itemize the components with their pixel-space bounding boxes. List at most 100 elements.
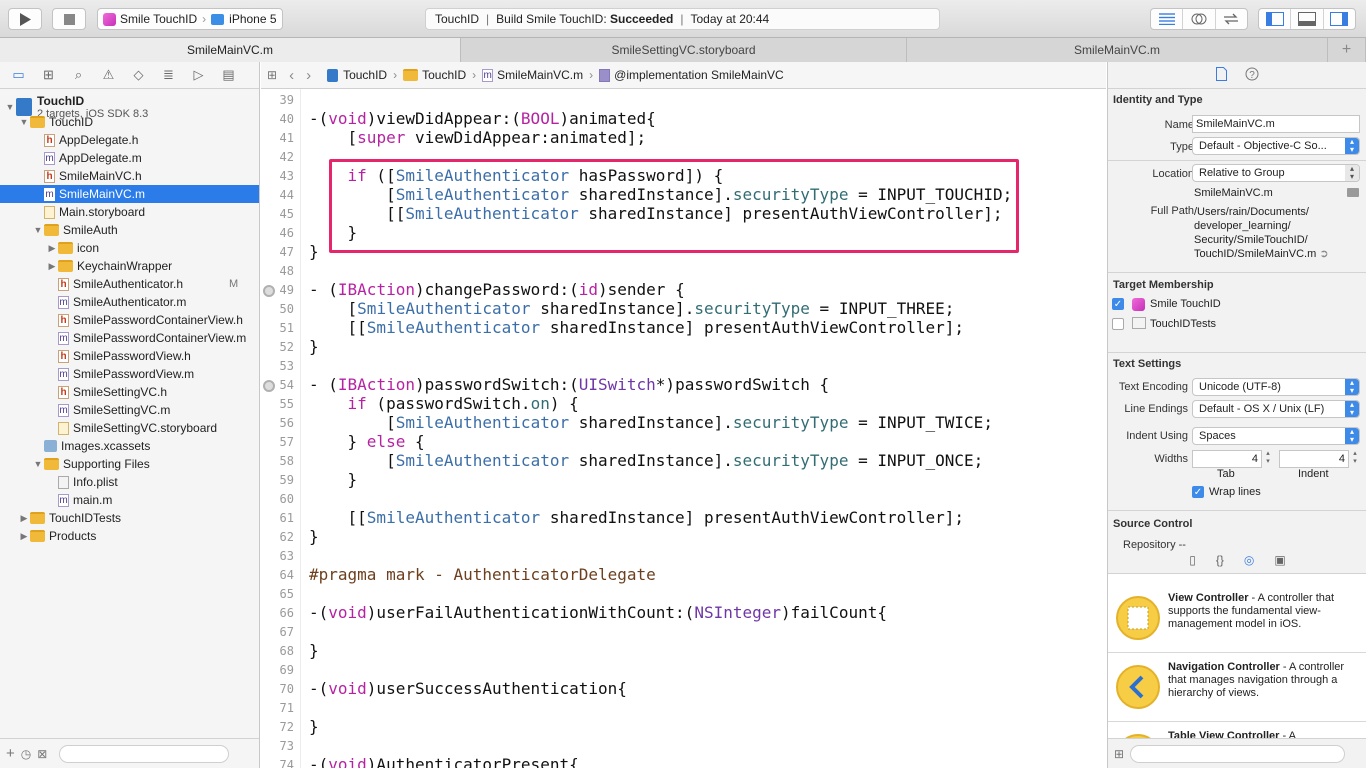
nav-item[interactable]: ▶ TouchIDTests [0,509,259,527]
add-tab-button[interactable]: + [1328,38,1366,62]
nav-item[interactable]: Main.storyboard [0,203,259,221]
search-icon[interactable]: ⌕ [70,67,87,83]
assistant-editor-icon[interactable] [1183,9,1216,29]
nav-item[interactable]: h SmileSettingVC.h [0,383,259,401]
help-icon[interactable]: ? [1245,67,1259,84]
jump-file[interactable]: SmileMainVC.m [497,68,583,82]
nav-item[interactable]: m AppDelegate.m [0,149,259,167]
media-library-icon[interactable]: ▣ [1274,553,1285,567]
code-line[interactable]: [[SmileAuthenticator sharedInstance] pre… [309,508,965,527]
code-line[interactable]: if (passwordSwitch.on) { [309,394,579,413]
test-navigator-icon[interactable]: ◇ [130,67,147,83]
navigator-panel-icon[interactable] [1259,9,1292,29]
code-line[interactable]: [[SmileAuthenticator sharedInstance] pre… [309,318,965,337]
line-number-gutter[interactable]: 39 40 41 42 43 44 45 46 47 48 49 50 51 52 53 54 55 56 57 58… [261,89,301,768]
file-template-icon[interactable]: ▯ [1189,553,1196,567]
target-checkbox-touchidtests[interactable] [1112,318,1124,330]
disclosure-triangle-icon[interactable]: ▶ [46,243,58,254]
tab-width-field[interactable]: 4 [1192,450,1262,468]
code-line[interactable]: -(void)userSuccessAuthentication{ [309,679,627,698]
nav-item[interactable]: ▶ Products [0,527,259,545]
folder-icon[interactable] [1347,188,1359,197]
type-select[interactable]: Default - Objective-C So... ▴ ▾ [1192,137,1360,155]
disclosure-triangle-icon[interactable]: ▼ [32,459,44,469]
disclosure-triangle-icon[interactable]: ▶ [46,261,58,272]
forward-icon[interactable]: › [306,67,311,84]
code-line[interactable]: #pragma mark - AuthenticatorDelegate [309,565,656,584]
code-line[interactable]: [super viewDidAppear:animated]; [309,128,647,147]
nav-item[interactable]: m SmileMainVC.m [0,185,259,203]
nav-item[interactable]: Images.xcassets [0,437,259,455]
nav-item[interactable]: h SmileMainVC.h [0,167,259,185]
editor-mode-selector[interactable] [1150,8,1248,30]
nav-item[interactable]: SmileSettingVC.storyboard [0,419,259,437]
reveal-arrow-icon[interactable]: ➲ [1319,248,1328,260]
wrap-lines-checkbox[interactable]: ✓ [1192,486,1204,498]
nav-item[interactable]: m SmileSettingVC.m [0,401,259,419]
related-items-icon[interactable]: ⊞ [267,68,277,82]
nav-item[interactable]: ▶ KeychainWrapper [0,257,259,275]
tab-smilesettingvc-storyboard[interactable]: SmileSettingVC.storyboard [461,38,907,62]
debug-navigator-icon[interactable]: ≣ [160,67,177,83]
nav-item[interactable]: h SmileAuthenticator.h M [0,275,259,293]
panel-toggle-selector[interactable] [1258,8,1356,30]
nav-item[interactable]: ▼ SmileAuth [0,221,259,239]
nav-item[interactable]: ▶ icon [0,239,259,257]
nav-item[interactable]: h SmilePasswordView.h [0,347,259,365]
utilities-panel-icon[interactable] [1324,9,1355,29]
nav-item[interactable]: m SmilePasswordContainerView.m [0,329,259,347]
code-line[interactable]: } [309,527,319,546]
code-line[interactable]: -(void)userFailAuthenticationWithCount:(… [309,603,887,622]
scheme-selector[interactable]: Smile TouchID › iPhone 5 [97,8,283,30]
code-line[interactable]: [SmileAuthenticator sharedInstance].secu… [309,413,993,432]
disclosure-triangle-icon[interactable]: ▼ [32,225,44,235]
nav-item[interactable]: Info.plist [0,473,259,491]
code-line[interactable]: - (IBAction)changePassword:(id)sender { [309,280,685,299]
breakpoint-indicator-icon[interactable] [263,380,275,392]
code-line[interactable]: } [309,717,319,736]
stop-button[interactable] [52,8,86,30]
line-endings-select[interactable]: Default - OS X / Unix (LF) ▴ ▾ [1192,400,1360,418]
nav-item[interactable]: m SmilePasswordView.m [0,365,259,383]
jump-symbol[interactable]: @implementation SmileMainVC [614,68,784,82]
tab-width-stepper[interactable]: ▴ ▾ [1263,450,1273,468]
disclosure-triangle-icon[interactable]: ▼ [18,117,30,127]
file-inspector-icon[interactable] [1215,66,1227,84]
code-line[interactable]: - (IBAction)passwordSwitch:(UISwitch*)pa… [309,375,829,394]
target-checkbox-smile-touchid[interactable]: ✓ [1112,298,1124,310]
nav-item[interactable]: ▼ TouchID [0,113,259,131]
nav-item[interactable]: ▼ Supporting Files [0,455,259,473]
code-line[interactable]: } [309,337,319,356]
nav-item[interactable]: m main.m [0,491,259,509]
code-line[interactable]: [SmileAuthenticator sharedInstance].secu… [309,451,983,470]
standard-editor-icon[interactable] [1151,9,1184,29]
filter-input[interactable] [59,744,230,763]
jump-group[interactable]: TouchID [422,68,466,82]
library-item[interactable]: Navigation Controller - A controller tha… [1108,655,1366,722]
code-line[interactable]: -(void)AuthenticatorPresent{ [309,755,579,768]
add-icon[interactable]: + [6,745,15,762]
warning-icon[interactable]: ⚠ [100,67,117,83]
code-line[interactable]: } [309,641,319,660]
nav-item[interactable]: m SmileAuthenticator.m [0,293,259,311]
code-line[interactable]: -(void)viewDidAppear:(BOOL)animated{ [309,109,656,128]
symbol-navigator-icon[interactable]: ⊞ [40,67,57,83]
disclosure-triangle-icon[interactable]: ▼ [4,102,16,112]
grid-view-icon[interactable]: ⊞ [1114,747,1124,761]
scm-filter-icon[interactable]: ⊠ [37,747,47,761]
library-filter-input[interactable] [1130,744,1346,763]
location-select[interactable]: Relative to Group ▴ ▾ [1192,164,1360,182]
folder-icon[interactable]: ▭ [10,67,27,83]
nav-item[interactable]: h AppDelegate.h [0,131,259,149]
code-line[interactable]: } else { [309,432,425,451]
breakpoint-indicator-icon[interactable] [263,285,275,297]
library-item[interactable]: View Controller - A controller that supp… [1108,586,1366,653]
indent-width-field[interactable]: 4 [1279,450,1349,468]
tab-smilemainvc-m-2[interactable]: SmileMainVC.m [907,38,1328,62]
report-icon[interactable]: ▤ [220,67,237,83]
version-editor-icon[interactable] [1216,9,1247,29]
library-item[interactable]: Table View Controller - A [1108,724,1366,738]
indent-width-stepper[interactable]: ▴ ▾ [1350,450,1360,468]
nav-item[interactable]: h SmilePasswordContainerView.h [0,311,259,329]
name-field[interactable]: SmileMainVC.m [1192,115,1360,133]
